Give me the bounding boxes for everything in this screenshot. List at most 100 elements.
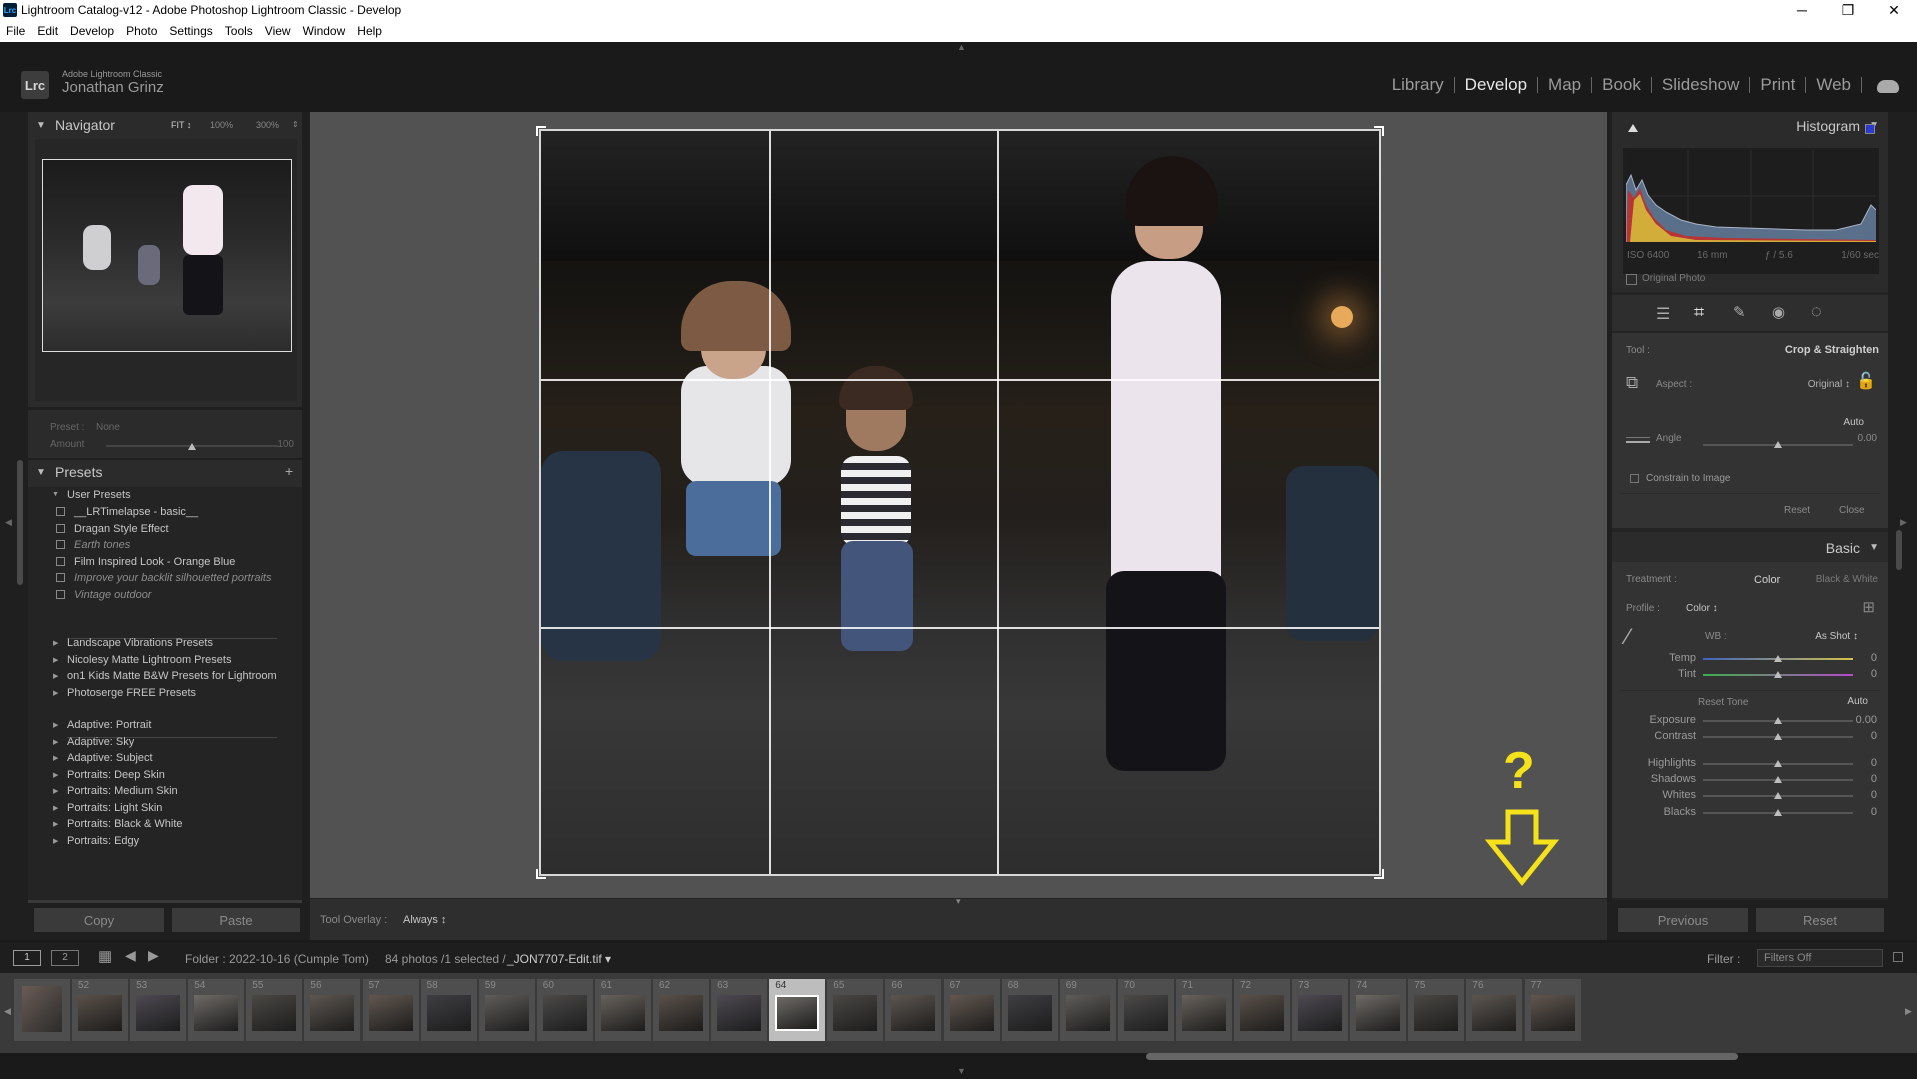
minimize-icon[interactable]: ─ bbox=[1779, 0, 1825, 20]
filmstrip-cell[interactable]: 60 bbox=[536, 979, 593, 1041]
grid-view-icon[interactable]: ▦ bbox=[98, 947, 112, 965]
filter-select[interactable]: Filters Off bbox=[1757, 949, 1883, 967]
module-develop[interactable]: Develop bbox=[1455, 75, 1537, 95]
zoom-more-icon[interactable]: ⇕ bbox=[292, 120, 299, 129]
crop-frame[interactable] bbox=[539, 129, 1381, 876]
presets-collapse-icon[interactable]: ▼ bbox=[36, 467, 46, 478]
filmstrip-cell[interactable]: 63 bbox=[711, 979, 768, 1041]
filmstrip-cell[interactable]: 56 bbox=[304, 979, 361, 1041]
preset-group[interactable]: Landscape Vibrations Presets bbox=[53, 637, 213, 649]
crop-handle-bl[interactable] bbox=[536, 869, 546, 879]
preset-group[interactable]: Portraits: Edgy bbox=[53, 835, 139, 847]
filmstrip-cell[interactable]: 76 bbox=[1466, 979, 1523, 1041]
module-book[interactable]: Book bbox=[1592, 75, 1651, 95]
filmstrip-cell[interactable]: 66 bbox=[885, 979, 942, 1041]
filmstrip-scroll-right-icon[interactable]: ▶ bbox=[1905, 1006, 1912, 1017]
profile-select[interactable]: Color ↕ bbox=[1686, 603, 1718, 614]
preset-group[interactable]: Adaptive: Portrait bbox=[53, 719, 151, 731]
user-preset-item[interactable]: Dragan Style Effect bbox=[56, 523, 169, 535]
filmstrip-scrollbar[interactable] bbox=[1146, 1053, 1738, 1060]
user-preset-item[interactable]: Vintage outdoor bbox=[56, 589, 151, 601]
cloud-icon[interactable] bbox=[1877, 80, 1899, 93]
preset-group[interactable]: Photoserge FREE Presets bbox=[53, 687, 196, 699]
slider-thumb-blacks[interactable] bbox=[1774, 809, 1782, 816]
filmstrip-cell[interactable]: 57 bbox=[362, 979, 419, 1041]
filmstrip-cell[interactable]: 52 bbox=[72, 979, 129, 1041]
menu-window[interactable]: Window bbox=[303, 24, 346, 38]
menu-help[interactable]: Help bbox=[357, 24, 382, 38]
left-scrollbar[interactable] bbox=[17, 460, 23, 585]
preset-group[interactable]: Adaptive: Subject bbox=[53, 752, 153, 764]
module-map[interactable]: Map bbox=[1538, 75, 1591, 95]
copy-button[interactable]: Copy bbox=[33, 907, 165, 933]
filmstrip-cell[interactable]: 75 bbox=[1408, 979, 1465, 1041]
treatment-color-option[interactable]: Color bbox=[1754, 574, 1780, 586]
crop-handle-tr[interactable] bbox=[1374, 126, 1384, 136]
filmstrip-cell[interactable]: 72 bbox=[1234, 979, 1291, 1041]
preset-group[interactable]: Portraits: Light Skin bbox=[53, 802, 162, 814]
module-slideshow[interactable]: Slideshow bbox=[1652, 75, 1750, 95]
folder-path[interactable]: Folder : 2022-10-16 (Cumple Tom) bbox=[185, 952, 369, 966]
filmstrip-cell[interactable]: 53 bbox=[130, 979, 187, 1041]
collapse-right-icon[interactable]: ▶ bbox=[1900, 517, 1907, 528]
profile-browser-icon[interactable]: ⊞ bbox=[1862, 598, 1875, 616]
temp-slider-thumb[interactable] bbox=[1774, 655, 1782, 662]
filmstrip-cell[interactable]: 64 bbox=[769, 979, 826, 1041]
healing-tool-icon[interactable]: ✎ bbox=[1733, 303, 1746, 321]
wb-select[interactable]: As Shot ↕ bbox=[1815, 631, 1858, 642]
user-preset-item[interactable]: Film Inspired Look - Orange Blue bbox=[56, 556, 235, 568]
filmstrip-cell[interactable]: 67 bbox=[943, 979, 1000, 1041]
constrain-checkbox[interactable] bbox=[1630, 474, 1639, 483]
slider-thumb-contrast[interactable] bbox=[1774, 733, 1782, 740]
crop-reset-button[interactable]: Reset bbox=[1784, 505, 1810, 516]
preset-group[interactable]: Nicolesy Matte Lightroom Presets bbox=[53, 654, 231, 666]
filmstrip-cell[interactable]: 65 bbox=[827, 979, 884, 1041]
right-scrollbar[interactable] bbox=[1896, 530, 1902, 570]
filmstrip-cell[interactable]: 70 bbox=[1117, 979, 1174, 1041]
back-arrow-icon[interactable]: ◀ bbox=[125, 947, 136, 964]
user-presets-expand-icon[interactable]: ▼ bbox=[52, 491, 59, 498]
crop-handle-tl[interactable] bbox=[536, 126, 546, 136]
tone-auto-button[interactable]: Auto bbox=[1847, 696, 1868, 707]
user-preset-item[interactable]: Improve your backlit silhouetted portrai… bbox=[56, 572, 271, 584]
reset-button[interactable]: Reset bbox=[1755, 907, 1885, 933]
menu-settings[interactable]: Settings bbox=[169, 24, 212, 38]
highlight-clipping-icon[interactable] bbox=[1865, 124, 1875, 134]
basic-collapse-icon[interactable]: ▼ bbox=[1869, 542, 1879, 553]
straighten-tool-icon[interactable] bbox=[1626, 437, 1650, 443]
crop-tool-icon[interactable]: ⌗ bbox=[1694, 302, 1704, 323]
zoom-300[interactable]: 300% bbox=[256, 120, 279, 130]
tint-slider-thumb[interactable] bbox=[1774, 671, 1782, 678]
module-library[interactable]: Library bbox=[1382, 75, 1454, 95]
preset-group[interactable]: Portraits: Black & White bbox=[53, 818, 182, 830]
tool-overlay-select[interactable]: Always ↕ bbox=[403, 914, 446, 926]
filmstrip-cell[interactable]: 61 bbox=[594, 979, 651, 1041]
slider-thumb-shadows[interactable] bbox=[1774, 776, 1782, 783]
masking-tool-icon[interactable]: ◌ bbox=[1811, 301, 1822, 322]
menu-tools[interactable]: Tools bbox=[225, 24, 253, 38]
filmstrip-cell[interactable]: 77 bbox=[1524, 979, 1581, 1041]
module-web[interactable]: Web bbox=[1806, 75, 1861, 95]
close-icon[interactable]: ✕ bbox=[1871, 0, 1917, 20]
reset-tone-button[interactable]: Reset Tone bbox=[1698, 697, 1748, 708]
user-preset-item[interactable]: Earth tones bbox=[56, 539, 130, 551]
navigator-thumbnail[interactable] bbox=[42, 159, 292, 352]
menu-develop[interactable]: Develop bbox=[70, 24, 114, 38]
paste-button[interactable]: Paste bbox=[171, 907, 301, 933]
preset-group[interactable]: Portraits: Deep Skin bbox=[53, 769, 165, 781]
preset-group[interactable]: Portraits: Medium Skin bbox=[53, 785, 178, 797]
view-1-button[interactable]: 1 bbox=[13, 950, 41, 966]
crop-close-button[interactable]: Close bbox=[1839, 505, 1865, 516]
preset-group[interactable]: on1 Kids Matte B&W Presets for Lightroom bbox=[53, 670, 277, 682]
histogram-graph[interactable] bbox=[1626, 150, 1876, 242]
filmstrip-cell-51[interactable] bbox=[14, 979, 70, 1041]
add-preset-icon[interactable]: + bbox=[285, 463, 293, 479]
toolbar-toggle-icon[interactable]: ▾ bbox=[956, 896, 961, 907]
filmstrip-cell[interactable]: 54 bbox=[188, 979, 245, 1041]
edit-sliders-icon[interactable]: ☰ bbox=[1656, 304, 1670, 324]
aspect-select[interactable]: Original ↕ bbox=[1808, 379, 1850, 390]
collapse-top-icon[interactable]: ▲ bbox=[957, 42, 966, 52]
filter-lock-icon[interactable] bbox=[1893, 952, 1903, 962]
filmstrip-cell[interactable]: 62 bbox=[653, 979, 710, 1041]
selected-file[interactable]: _JON7707-Edit.tif ▾ bbox=[507, 952, 611, 966]
